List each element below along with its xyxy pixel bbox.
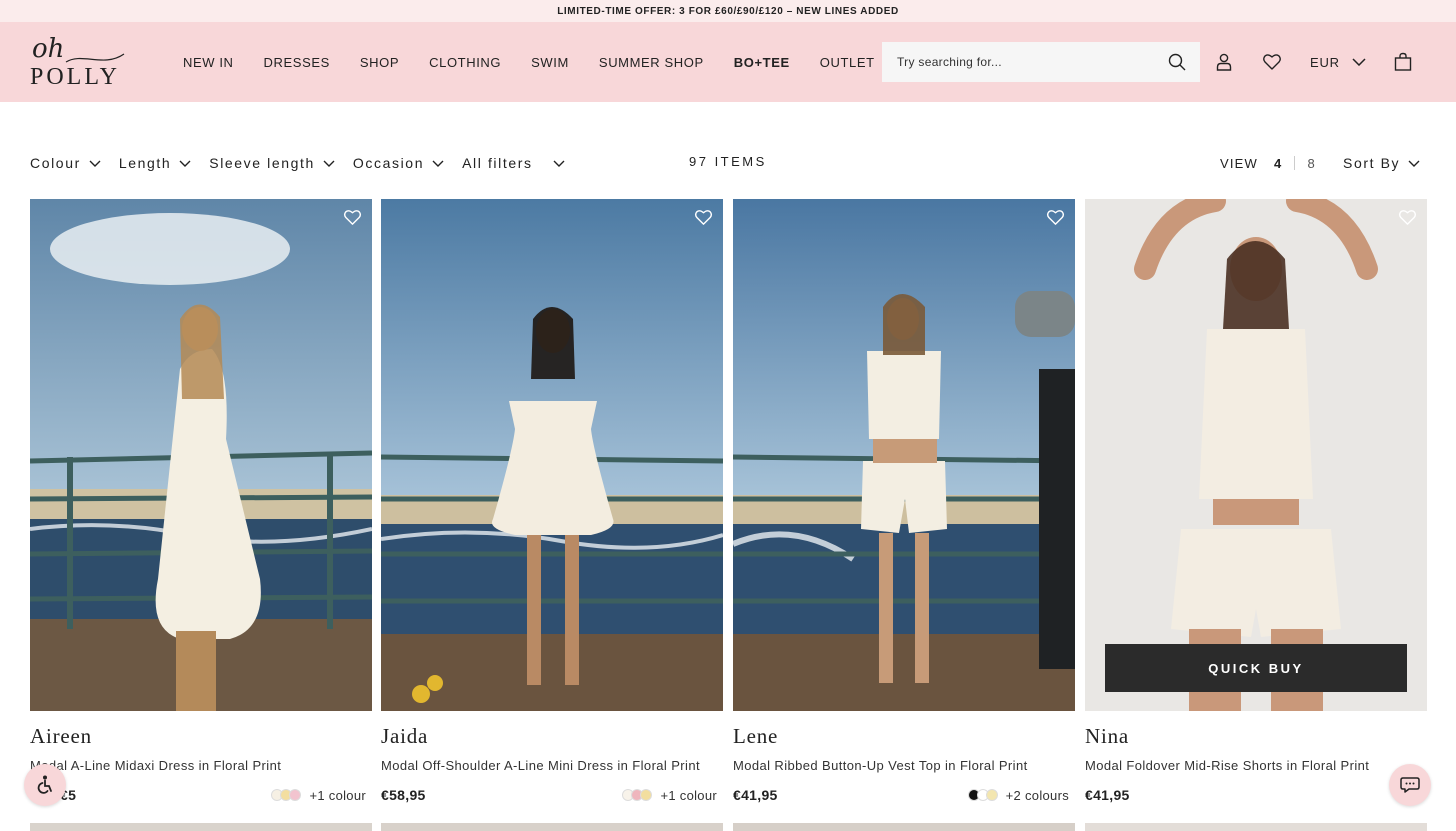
next-row-product-image[interactable]	[30, 823, 372, 831]
sort-by[interactable]: Sort By	[1343, 150, 1420, 176]
search-input[interactable]	[897, 55, 1147, 69]
quick-buy-button[interactable]: QUICK BUY	[1105, 644, 1407, 692]
oh-polly-logo[interactable]: oh POLLY	[30, 34, 130, 90]
next-row-product-image[interactable]	[1085, 823, 1427, 831]
product-card[interactable]: QUICK BUY Nina Modal Foldover Mid-Rise S…	[1085, 199, 1427, 805]
filter-length[interactable]: Length	[119, 155, 191, 171]
view-label: VIEW	[1220, 155, 1259, 171]
promo-banner[interactable]: LIMITED-TIME OFFER: 3 FOR £60/£90/£120 –…	[0, 0, 1456, 22]
swatch[interactable]	[289, 789, 302, 801]
more-colours[interactable]: +2 colours	[1006, 788, 1069, 803]
nav-clothing[interactable]: CLOTHING	[429, 55, 501, 70]
product-card[interactable]: Aireen Modal A-Line Midaxi Dress in Flor…	[30, 199, 372, 805]
filter-label: All filters	[462, 155, 533, 171]
filter-colour[interactable]: Colour	[30, 155, 101, 171]
colour-swatches[interactable]: +1 colour	[271, 788, 372, 803]
swatch[interactable]	[640, 789, 653, 801]
filter-label: Occasion	[352, 155, 425, 171]
filter-occasion[interactable]: Occasion	[353, 155, 444, 171]
account-icon[interactable]	[1214, 52, 1234, 72]
chat-icon	[1400, 777, 1420, 793]
product-image-aireen[interactable]	[30, 199, 372, 711]
product-image-lene[interactable]	[733, 199, 1075, 711]
product-photo	[381, 199, 723, 711]
currency-label: EUR	[1310, 54, 1340, 70]
logo-polly: POLLY	[30, 64, 120, 90]
search-box	[882, 42, 1200, 82]
items-count: 97 ITEMS	[689, 154, 767, 169]
search-icon[interactable]	[1168, 53, 1186, 71]
product-name[interactable]: Aireen	[30, 724, 372, 749]
more-colours[interactable]: +1 colour	[309, 788, 366, 803]
wishlist-heart-icon[interactable]	[694, 208, 713, 227]
product-name[interactable]: Nina	[1085, 724, 1427, 749]
chevron-down-icon	[553, 160, 565, 167]
wishlist-heart-icon[interactable]	[343, 208, 362, 227]
product-card[interactable]: Jaida Modal Off-Shoulder A-Line Mini Dre…	[381, 199, 723, 805]
nav-bo-tee[interactable]: BO+TEE	[734, 55, 790, 70]
filter-label: Length	[118, 155, 172, 171]
product-photo	[733, 199, 1075, 711]
chevron-down-icon	[179, 160, 191, 167]
chevron-down-icon	[89, 160, 101, 167]
product-price: €58,95	[381, 787, 426, 803]
product-description[interactable]: Modal Foldover Mid-Rise Shorts in Floral…	[1085, 758, 1427, 773]
wishlist-heart-icon[interactable]	[1046, 208, 1065, 227]
wishlist-icon[interactable]	[1262, 52, 1282, 72]
chat-button[interactable]	[1389, 764, 1431, 806]
nav-dresses[interactable]: DRESSES	[264, 55, 330, 70]
product-price: €41,95	[1085, 787, 1130, 803]
chevron-down-icon	[1352, 58, 1366, 66]
nav-new-in[interactable]: NEW IN	[183, 55, 234, 70]
filter-bar: Colour Length Sleeve length Occasion All…	[30, 150, 583, 176]
wishlist-heart-icon[interactable]	[1398, 208, 1417, 227]
main-nav: NEW IN DRESSES SHOP CLOTHING SWIM SUMMER…	[183, 22, 905, 102]
colour-swatches[interactable]: +2 colours	[967, 788, 1075, 803]
product-image-jaida[interactable]	[381, 199, 723, 711]
nav-outlet[interactable]: OUTLET	[820, 55, 875, 70]
site-header: oh POLLY NEW IN DRESSES SHOP CLOTHING SW…	[0, 22, 1456, 102]
logo-oh: oh	[32, 34, 65, 64]
filter-label: Colour	[30, 155, 81, 171]
next-row-product-image[interactable]	[381, 823, 723, 831]
product-image-nina[interactable]: QUICK BUY	[1085, 199, 1427, 711]
view-switcher: VIEW 4 8	[1220, 150, 1316, 176]
chevron-down-icon	[432, 160, 444, 167]
chevron-down-icon	[1408, 160, 1420, 167]
product-name[interactable]: Lene	[733, 724, 1075, 749]
filter-sleeve-length[interactable]: Sleeve length	[209, 155, 335, 171]
next-row-product-image[interactable]	[733, 823, 1075, 831]
view-option-8[interactable]: 8	[1307, 156, 1315, 171]
filter-all[interactable]: All filters	[462, 155, 565, 171]
product-card[interactable]: Lene Modal Ribbed Button-Up Vest Top in …	[733, 199, 1075, 805]
nav-shop[interactable]: SHOP	[360, 55, 399, 70]
colour-swatches[interactable]: +1 colour	[622, 788, 723, 803]
accessibility-button[interactable]	[24, 764, 66, 806]
product-photo	[30, 199, 372, 711]
product-description[interactable]: Modal Ribbed Button-Up Vest Top in Flora…	[733, 758, 1075, 773]
product-description[interactable]: Modal Off-Shoulder A-Line Mini Dress in …	[381, 758, 723, 773]
currency-selector[interactable]: EUR	[1310, 22, 1366, 102]
nav-summer-shop[interactable]: SUMMER SHOP	[599, 55, 704, 70]
filter-label: Sleeve length	[209, 155, 315, 171]
product-photo	[1085, 199, 1427, 711]
sort-label: Sort By	[1343, 155, 1401, 171]
promo-text: LIMITED-TIME OFFER: 3 FOR £60/£90/£120 –…	[557, 5, 899, 17]
swatch[interactable]	[985, 789, 998, 801]
more-colours[interactable]: +1 colour	[660, 788, 717, 803]
product-price: €41,95	[733, 787, 778, 803]
view-divider	[1294, 156, 1296, 170]
accessibility-icon	[37, 775, 52, 794]
bag-icon[interactable]	[1393, 52, 1413, 72]
product-description[interactable]: Modal A-Line Midaxi Dress in Floral Prin…	[30, 758, 372, 773]
product-name[interactable]: Jaida	[381, 724, 723, 749]
chevron-down-icon	[323, 160, 335, 167]
nav-swim[interactable]: SWIM	[531, 55, 569, 70]
view-option-4[interactable]: 4	[1274, 156, 1282, 171]
